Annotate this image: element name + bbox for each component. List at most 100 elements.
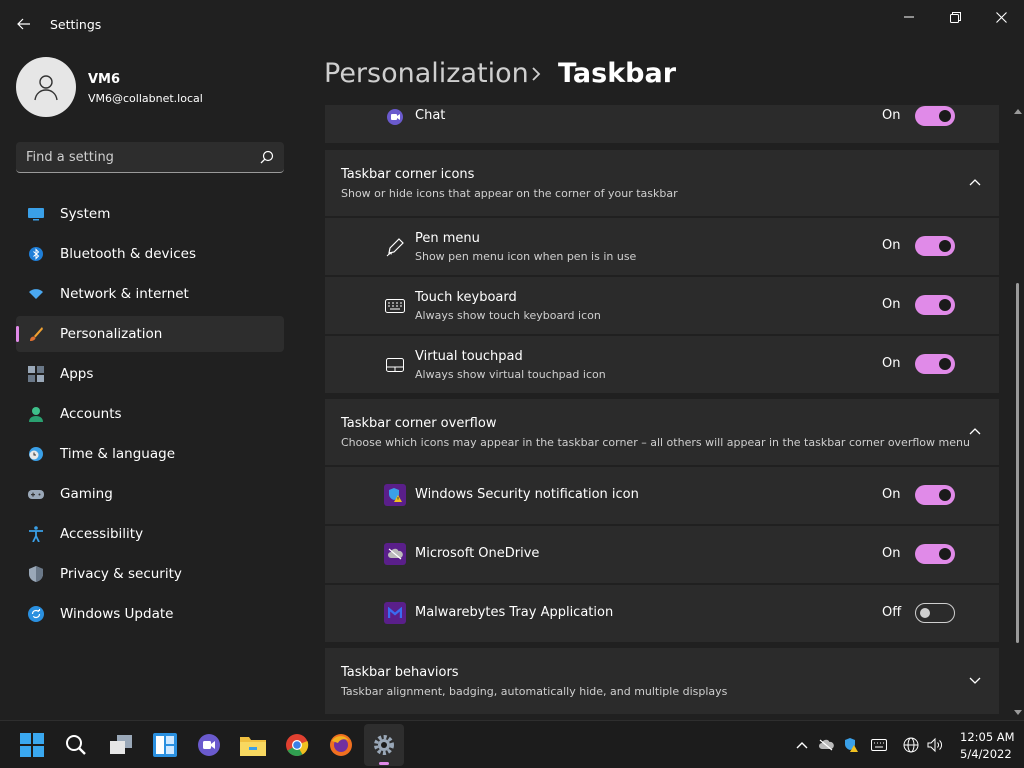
close-icon	[995, 11, 1007, 23]
search-box	[16, 142, 284, 173]
start-button[interactable]	[18, 731, 46, 759]
arrow-left-icon	[17, 18, 30, 30]
chevron-up-icon[interactable]	[969, 178, 981, 186]
onedrive-state-label: On	[882, 546, 901, 561]
onedrive-app-icon	[383, 542, 407, 566]
minimize-icon	[904, 16, 914, 18]
sidebar-item-gaming[interactable]: Gaming	[16, 476, 284, 512]
search-taskbar-button[interactable]	[62, 731, 90, 759]
speaker-icon	[927, 737, 942, 753]
windows-security-toggle[interactable]	[915, 485, 955, 505]
chevron-up-icon[interactable]	[969, 427, 981, 435]
task-view-button[interactable]	[107, 731, 135, 759]
chrome-icon	[286, 734, 309, 756]
widgets-button[interactable]	[151, 731, 179, 759]
sidebar-item-network[interactable]: Network & internet	[16, 276, 284, 312]
avatar[interactable]	[16, 57, 76, 117]
back-button[interactable]	[12, 10, 36, 38]
security-tray-button[interactable]	[843, 737, 859, 753]
search-icon[interactable]	[260, 150, 274, 164]
chat-taskbar-button[interactable]	[195, 731, 223, 759]
settings-taskbar-button[interactable]	[370, 731, 398, 759]
onedrive-title: Microsoft OneDrive	[415, 546, 540, 561]
windows-security-state-label: On	[882, 487, 901, 502]
brush-icon	[30, 327, 43, 341]
accounts-icon	[29, 407, 43, 422]
volume-tray-button[interactable]	[927, 737, 943, 753]
chrome-button[interactable]	[283, 731, 311, 759]
scroll-up-icon[interactable]	[1014, 108, 1022, 114]
folder-icon	[240, 737, 266, 756]
virtual-touchpad-state-label: On	[882, 356, 901, 371]
chevron-right-icon	[532, 67, 541, 81]
taskbar: 12:05 AM 5/4/2022	[0, 720, 1024, 768]
pen-menu-title: Pen menu	[415, 231, 480, 246]
touch-keyboard-toggle[interactable]	[915, 295, 955, 315]
chat-toggle[interactable]	[915, 106, 955, 126]
corner-overflow-header[interactable]: Taskbar corner overflow Choose which ico…	[325, 399, 999, 465]
pen-menu-toggle[interactable]	[915, 236, 955, 256]
bluetooth-icon	[29, 247, 43, 261]
sidebar-item-label: Gaming	[60, 486, 113, 502]
virtual-touchpad-toggle[interactable]	[915, 354, 955, 374]
sidebar-item-accessibility[interactable]: Accessibility	[16, 516, 284, 552]
sidebar-item-system[interactable]: System	[16, 196, 284, 232]
malwarebytes-state-label: Off	[882, 605, 902, 620]
onedrive-toggle[interactable]	[915, 544, 955, 564]
clock-time[interactable]: 12:05 AM	[960, 730, 1015, 744]
minimize-button[interactable]	[886, 4, 932, 30]
chat-app-icon	[383, 105, 407, 129]
sidebar-item-accounts[interactable]: Accounts	[16, 396, 284, 432]
sidebar-item-label: Accessibility	[60, 526, 144, 542]
sidebar-item-label: Personalization	[60, 326, 163, 342]
apps-icon	[28, 366, 44, 382]
malwarebytes-toggle[interactable]	[915, 603, 955, 623]
sidebar-item-bluetooth[interactable]: Bluetooth & devices	[16, 236, 284, 272]
sidebar-item-personalization[interactable]: Personalization	[16, 316, 284, 352]
page-title: Taskbar	[558, 58, 677, 89]
cloud-off-icon	[384, 543, 406, 565]
sidebar-item-time-language[interactable]: Time & language	[16, 436, 284, 472]
maximize-button[interactable]	[932, 4, 978, 30]
scroll-down-icon[interactable]	[1014, 710, 1022, 716]
taskbar-behaviors-header[interactable]: Taskbar behaviors Taskbar alignment, bad…	[325, 648, 999, 714]
breadcrumb-parent[interactable]: Personalization	[324, 58, 529, 89]
system-icon	[28, 208, 44, 221]
gear-icon	[374, 735, 394, 755]
close-button[interactable]	[978, 4, 1024, 30]
firefox-button[interactable]	[327, 731, 355, 759]
scroll-thumb[interactable]	[1016, 283, 1019, 643]
scrollbar[interactable]	[1014, 108, 1022, 716]
file-explorer-button[interactable]	[239, 731, 267, 759]
corner-icons-header[interactable]: Taskbar corner icons Show or hide icons …	[325, 150, 999, 216]
user-email: VM6@collabnet.local	[88, 92, 203, 105]
touch-keyboard-tray-button[interactable]	[871, 737, 887, 753]
pen-icon	[383, 235, 407, 259]
search-input[interactable]	[26, 148, 246, 166]
clock-date[interactable]: 5/4/2022	[960, 747, 1012, 761]
sidebar-item-apps[interactable]: Apps	[16, 356, 284, 392]
pen-menu-state-label: On	[882, 238, 901, 253]
virtual-touchpad-description: Always show virtual touchpad icon	[415, 368, 606, 381]
network-tray-button[interactable]	[903, 737, 919, 753]
update-icon	[28, 606, 44, 622]
keyboard-icon	[383, 294, 407, 318]
taskbar-behaviors-title: Taskbar behaviors	[341, 665, 459, 680]
sidebar-item-label: Time & language	[60, 446, 176, 462]
chevron-down-icon[interactable]	[969, 677, 981, 685]
malwarebytes-app-icon	[383, 601, 407, 625]
widgets-icon	[153, 733, 177, 757]
show-hidden-icons-button[interactable]	[794, 737, 810, 753]
taskbar-behaviors-description: Taskbar alignment, badging, automaticall…	[341, 685, 728, 698]
corner-overflow-title: Taskbar corner overflow	[341, 416, 497, 431]
sidebar-item-label: Accounts	[60, 406, 122, 422]
corner-overflow-description: Choose which icons may appear in the tas…	[341, 436, 970, 449]
search-icon	[66, 735, 86, 755]
onedrive-tray-button[interactable]	[818, 737, 834, 753]
sidebar-item-privacy-security[interactable]: Privacy & security	[16, 556, 284, 592]
sidebar-item-windows-update[interactable]: Windows Update	[16, 596, 284, 632]
chat-state-label: On	[882, 108, 901, 123]
malwarebytes-title: Malwarebytes Tray Application	[415, 605, 614, 620]
accessibility-icon	[29, 526, 43, 542]
sidebar-item-label: Network & internet	[60, 286, 189, 302]
